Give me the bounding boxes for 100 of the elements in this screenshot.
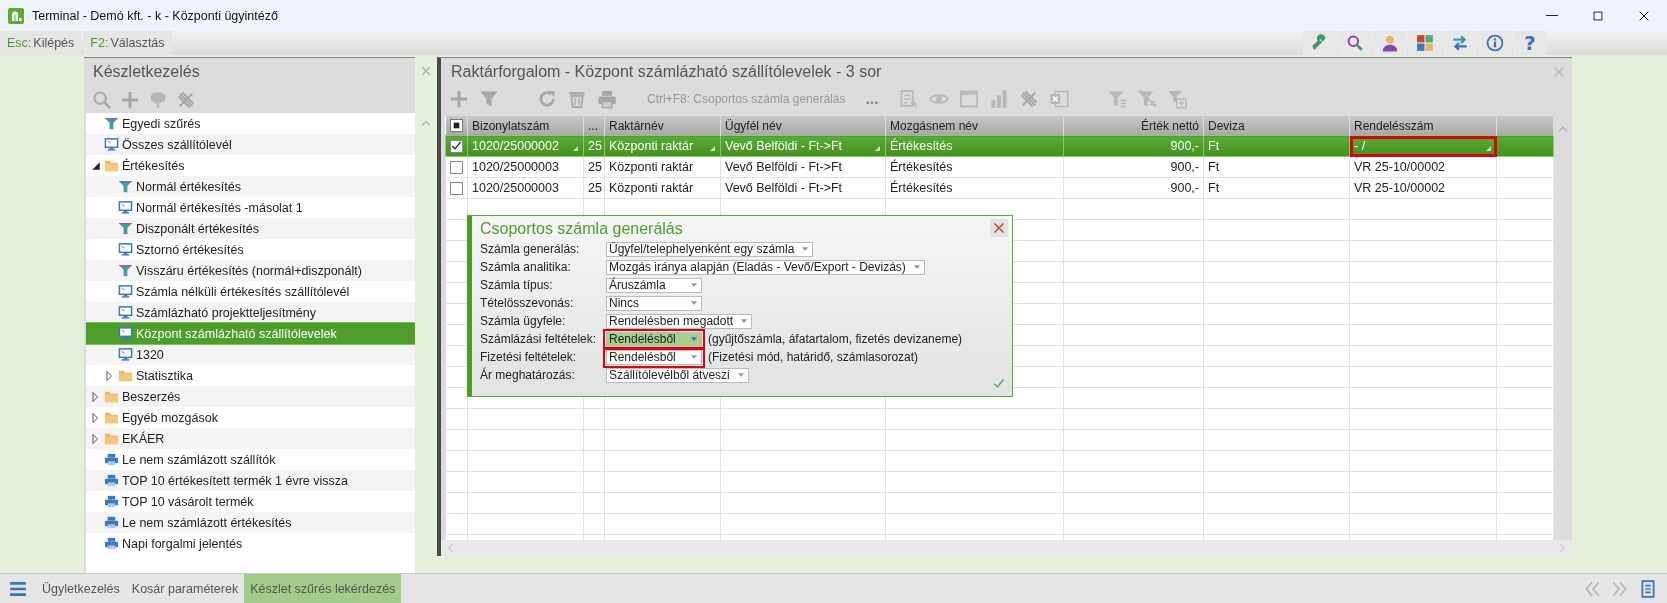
tree-item[interactable]: Egyedi szűrés — [86, 113, 415, 134]
column-header[interactable]: Bizonylatszám — [467, 116, 584, 136]
previous-icon[interactable] — [1583, 579, 1601, 598]
tree-item[interactable]: TOP 10 vásárolt termék — [86, 491, 415, 512]
tree-item[interactable]: Le nem számlázott értékesítés — [86, 512, 415, 533]
column-header[interactable]: Érték nettó — [1063, 116, 1204, 136]
dropdown-icon[interactable] — [873, 144, 881, 152]
filter-add-icon[interactable] — [1166, 89, 1187, 109]
tree-item[interactable]: Normál értékesítés -másolat 1 — [86, 197, 415, 218]
column-header[interactable]: Raktárnév — [604, 116, 721, 136]
tree-item[interactable]: TOP 10 értékesített termék 1 évre vissza — [86, 470, 415, 491]
bottom-tab[interactable]: Ügyletkezelés — [36, 574, 126, 603]
folder-icon — [104, 158, 119, 173]
dropdown-field[interactable]: Áruszámla — [606, 277, 702, 293]
monitor-icon — [118, 284, 133, 299]
document-edit-icon[interactable] — [898, 89, 919, 109]
dropdown-field[interactable]: Rendelésből — [606, 331, 702, 347]
filter-list-icon[interactable] — [1106, 89, 1127, 109]
swap-arrows-button[interactable] — [1443, 31, 1477, 55]
tree-item[interactable]: Számlázható projektteljesítmény — [86, 302, 415, 323]
trash-icon[interactable] — [567, 89, 587, 109]
info-button[interactable] — [1478, 31, 1512, 55]
column-header[interactable]: Mozgásnem név — [885, 116, 1064, 136]
filter-clear-icon[interactable] — [1136, 89, 1157, 109]
dropdown-field[interactable]: Ügyfel/telephelyenként egy számla — [606, 241, 814, 257]
tree-item[interactable]: 1320 — [86, 344, 415, 365]
app-logo-icon — [8, 7, 24, 24]
filter-icon — [104, 116, 119, 131]
tree-item[interactable]: Összes szállítólevél — [86, 134, 415, 155]
info-icon — [1486, 34, 1504, 52]
bottom-tab[interactable]: Készlet szűrés lekérdezés — [244, 574, 402, 603]
document-icon[interactable] — [1639, 579, 1657, 598]
shortcut-button[interactable]: F2: Választás — [83, 31, 172, 55]
tree-item[interactable]: Számla nélküli értékesítés szállítólevél — [86, 281, 415, 302]
printer-icon — [104, 536, 119, 551]
column-header[interactable]: Rendelésszám — [1349, 116, 1497, 136]
filter-icon — [118, 263, 133, 278]
add-icon[interactable] — [449, 89, 469, 109]
close-button[interactable] — [990, 219, 1008, 237]
minimize-icon — [1546, 14, 1558, 17]
monitor-icon — [118, 305, 133, 320]
wrench-button[interactable] — [1303, 31, 1337, 55]
shortcut-button[interactable]: Esc: Kilépés — [0, 31, 82, 55]
column-header[interactable]: ... — [583, 116, 605, 136]
filter-icon — [118, 179, 133, 194]
dropdown-field[interactable]: Szállítólevélből átveszi — [606, 367, 749, 383]
column-header[interactable]: Ügyfél név — [720, 116, 886, 136]
filter-icon[interactable] — [479, 89, 499, 109]
search-icon — [1346, 34, 1364, 52]
row-checkbox[interactable] — [450, 181, 463, 195]
dropdown-field[interactable]: Nincs — [606, 295, 702, 311]
unpin-icon[interactable] — [176, 90, 196, 110]
table-cell: Központi raktár — [604, 156, 721, 178]
select-all-checkbox[interactable] — [449, 119, 463, 132]
tree-item[interactable]: Diszponált értékesítés — [86, 218, 415, 239]
tree-item[interactable]: Le nem számlázott szállítók — [86, 449, 415, 470]
bottom-tab[interactable]: Kosár paraméterek — [125, 574, 245, 603]
search-icon[interactable] — [92, 90, 112, 110]
next-icon[interactable] — [1611, 579, 1629, 598]
tree-item[interactable]: Sztornó értékesítés — [86, 239, 415, 260]
tree-item[interactable]: Normál értékesítés — [86, 176, 415, 197]
tree-item[interactable]: Statisztika — [86, 365, 415, 386]
table-cell: 900,- — [1063, 156, 1204, 178]
dropdown-field[interactable]: Mozgás iránya alapján (Eladás - Vevő/Export - Devizás) — [606, 259, 925, 275]
menu-icon — [9, 579, 27, 598]
tree-item[interactable]: Napi forgalmi jelentés — [86, 533, 415, 554]
partial-fill-icon — [451, 121, 461, 130]
dropdown-icon[interactable] — [708, 144, 716, 152]
tree-item[interactable]: EKÁER — [86, 428, 415, 449]
tree-item[interactable]: Értékesítés — [86, 155, 415, 176]
dropdown-icon[interactable] — [571, 144, 579, 152]
table-cell: 900,- — [1063, 135, 1204, 157]
check-icon — [993, 378, 1005, 390]
swap-arrows-icon — [1451, 34, 1469, 52]
tree-item[interactable]: Visszáru értékesítés (normál+diszponált) — [86, 260, 415, 281]
printer-icon[interactable] — [597, 89, 617, 109]
refresh-icon[interactable] — [537, 89, 557, 109]
help-button[interactable]: ? — [1513, 31, 1547, 55]
check-icon — [451, 140, 462, 152]
search-button[interactable] — [1338, 31, 1372, 55]
table-cell: 25 — [583, 177, 605, 199]
table-cell: Értékesítés — [885, 177, 1064, 199]
spreadsheet-icon[interactable] — [1048, 89, 1069, 109]
user-button[interactable] — [1373, 31, 1407, 55]
unpin-icon[interactable] — [1018, 89, 1039, 109]
close-icon[interactable] — [420, 65, 432, 77]
window-icon[interactable] — [958, 89, 979, 109]
tree-item[interactable]: Beszerzés — [86, 386, 415, 407]
row-checkbox[interactable] — [450, 139, 463, 153]
column-header[interactable]: Deviza — [1203, 116, 1350, 136]
table-cell: Ft — [1203, 135, 1350, 157]
tree-item[interactable]: Egyéb mozgások — [86, 407, 415, 428]
dropdown-field[interactable]: Rendelésben megadott — [606, 313, 753, 329]
panel-title: Készletkezelés — [92, 62, 201, 82]
dropdown-icon[interactable] — [1484, 144, 1492, 152]
add-icon[interactable] — [120, 90, 140, 110]
folder-icon — [104, 410, 119, 425]
row-checkbox[interactable] — [450, 160, 463, 174]
tiles-button[interactable] — [1408, 31, 1442, 55]
tree-icon[interactable] — [148, 90, 168, 110]
